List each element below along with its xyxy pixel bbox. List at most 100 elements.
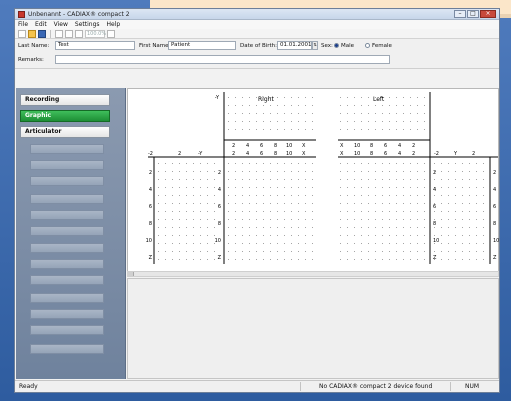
disabled-option-10 [30,293,104,303]
grid-dot [368,121,369,122]
grid-dot [410,187,411,188]
grid-dot [193,179,194,180]
grid-dot [263,105,264,106]
grid-dot [179,195,180,196]
minimize-button[interactable]: – [454,10,466,18]
save-icon[interactable] [38,29,46,38]
grid-dot [298,227,299,228]
grid-dot [476,243,477,244]
grid-dot [214,171,215,172]
grid-dot [368,187,369,188]
grid-dot [417,171,418,172]
grid-dot [179,227,180,228]
grid-dot [396,179,397,180]
grid-dot [462,227,463,228]
grid-dot [368,113,369,114]
svg-text:6: 6 [218,204,221,210]
grid-dot [249,203,250,204]
title-bar[interactable]: Unbenannt - CADIAX® compact 2 – □ × [15,9,499,20]
grid-dot [214,251,215,252]
horizontal-scrollbar[interactable] [127,271,499,277]
dob-field[interactable]: 01.01.2001 [277,41,312,50]
grid-dot [298,187,299,188]
grid-dot [256,179,257,180]
grid-dot [291,243,292,244]
close-button[interactable]: × [480,10,496,18]
graphic-view[interactable]: Right Left -Y 2 4 6 8 10 X X 10 8 6 4 2 [127,88,499,272]
grid-dot [347,211,348,212]
grid-dot [441,235,442,236]
new-file-icon[interactable] [18,29,26,38]
grid-dot [228,243,229,244]
grid-dot [340,187,341,188]
grid-dot [396,227,397,228]
grid-dot [455,163,456,164]
grid-dot [312,179,313,180]
status-divider-1 [300,382,301,391]
menu-help[interactable]: Help [107,21,121,28]
grid-dot [249,227,250,228]
grid-dot [242,105,243,106]
graphic-button[interactable]: Graphic [20,110,110,122]
grid-dot [312,227,313,228]
grid-dot [165,259,166,260]
grid-dot [469,179,470,180]
grid-dot [483,251,484,252]
scrollbar-left-arrow[interactable] [128,272,134,276]
zoom-field[interactable]: 100.0% [85,29,106,38]
grid-dot [305,113,306,114]
maximize-button[interactable]: □ [467,10,479,18]
grid-dot [347,259,348,260]
articulator-button[interactable]: Articulator [20,126,110,138]
grid-dot [410,195,411,196]
print-preview-icon[interactable] [55,29,63,38]
grid-dot [172,243,173,244]
zoom-icon[interactable] [75,29,83,38]
zoom-stepper-icon[interactable] [107,29,115,38]
svg-text:6: 6 [384,143,387,149]
grid-dot [305,163,306,164]
menu-edit[interactable]: Edit [35,21,47,28]
svg-text:2: 2 [232,143,235,149]
menu-file[interactable]: File [18,21,28,28]
grid-dot [165,235,166,236]
first-name-field[interactable]: Patient [168,41,236,50]
grid-dot [235,235,236,236]
grid-dot [424,171,425,172]
grid-dot [200,195,201,196]
grid-dot [375,195,376,196]
grid-dot [396,97,397,98]
grid-dot [396,259,397,260]
grid-dot [347,243,348,244]
grid-dot [256,259,257,260]
grid-dot [214,203,215,204]
dob-stepper[interactable]: ⇅ [312,41,318,50]
grid-dot [368,97,369,98]
grid-dot [410,235,411,236]
grid-dot [200,243,201,244]
remarks-field[interactable] [55,55,390,64]
grid-dot [476,203,477,204]
grid-dot [158,243,159,244]
grid-dot [249,259,250,260]
menu-view[interactable]: View [54,21,68,28]
last-name-field[interactable]: Test [55,41,135,50]
menu-settings[interactable]: Settings [75,21,100,28]
grid-dot [242,97,243,98]
grid-dot [277,251,278,252]
grid-dot [277,203,278,204]
grid-dot [403,219,404,220]
sex-female-radio[interactable] [365,43,370,48]
grid-dot [403,187,404,188]
grid-dot [249,251,250,252]
open-folder-icon[interactable] [28,29,36,38]
recording-button[interactable]: Recording [20,94,110,106]
grid-dot [410,105,411,106]
sex-male-radio[interactable] [334,43,339,48]
grid-dot [291,187,292,188]
sidebar: Recording Graphic Articulator [16,88,126,379]
sex-label: Sex: [321,43,333,49]
grid-dot [361,227,362,228]
left-top-ticks: X 10 8 6 4 2 [340,143,415,149]
print-icon[interactable] [65,29,73,38]
